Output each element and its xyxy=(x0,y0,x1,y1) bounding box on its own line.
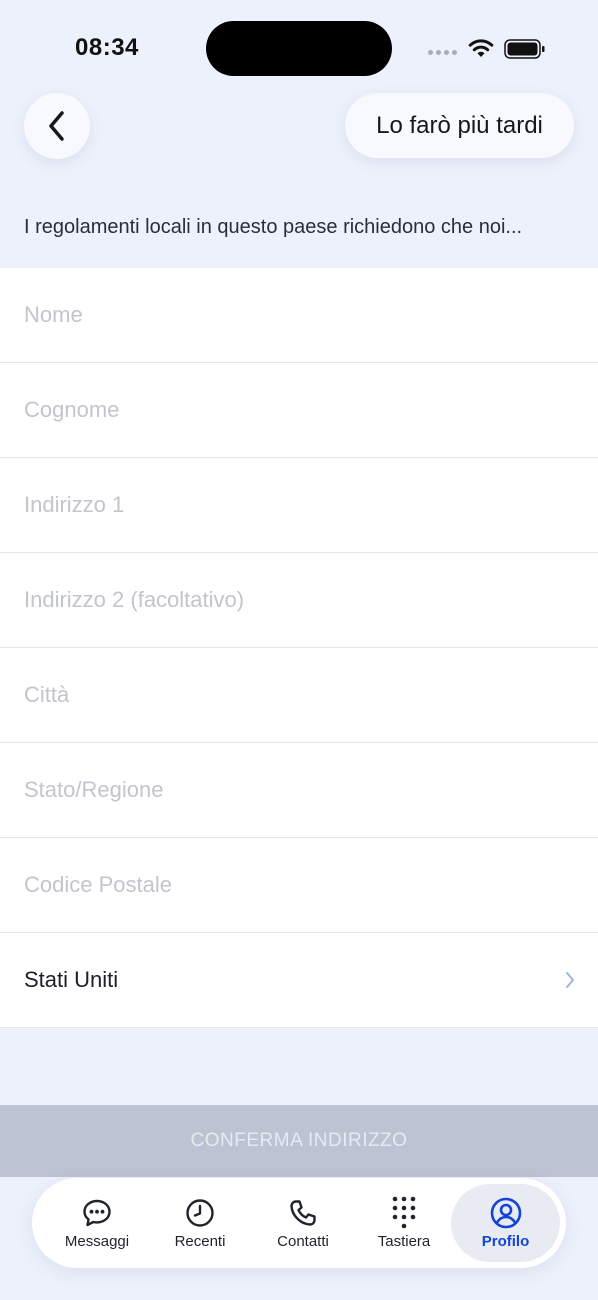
clock-icon xyxy=(184,1196,216,1230)
tab-label: Recenti xyxy=(174,1233,226,1250)
tab-profile[interactable]: Profilo xyxy=(451,1184,560,1262)
tab-label: Tastiera xyxy=(377,1233,431,1250)
address-form: Nome Cognome Indirizzo 1 Indirizzo 2 (fa… xyxy=(0,268,598,1028)
user-circle-icon xyxy=(489,1196,523,1230)
state-region-field[interactable]: Stato/Regione xyxy=(0,743,598,838)
city-field[interactable]: Città xyxy=(0,648,598,743)
tab-messages[interactable]: Messaggi xyxy=(42,1184,152,1262)
wifi-icon xyxy=(468,39,494,57)
address-line2-field[interactable]: Indirizzo 2 (facoltativo) xyxy=(0,553,598,648)
keypad-icon xyxy=(390,1196,418,1230)
address-line1-field[interactable]: Indirizzo 1 xyxy=(0,458,598,553)
phone-icon xyxy=(287,1196,319,1230)
tab-label: Contatti xyxy=(277,1233,329,1250)
tab-keypad[interactable]: Tastiera xyxy=(354,1184,454,1262)
postal-code-field[interactable]: Codice Postale xyxy=(0,838,598,933)
dynamic-island xyxy=(206,21,392,76)
chevron-right-icon xyxy=(564,970,576,990)
chat-bubble-icon xyxy=(81,1196,113,1230)
status-bar: 08:34 xyxy=(0,0,598,90)
last-name-field[interactable]: Cognome xyxy=(0,363,598,458)
tab-label: Profilo xyxy=(481,1233,530,1250)
status-time: 08:34 xyxy=(75,34,139,61)
tab-recents[interactable]: Recenti xyxy=(150,1184,250,1262)
do-it-later-button[interactable]: Lo farò più tardi xyxy=(345,93,574,158)
confirm-address-button[interactable]: CONFERMA INDIRIZZO xyxy=(0,1105,598,1177)
battery-icon xyxy=(504,39,545,59)
country-value: Stati Uniti xyxy=(24,967,119,992)
tab-contacts[interactable]: Contatti xyxy=(253,1184,353,1262)
tab-label: Messaggi xyxy=(64,1233,130,1250)
regulation-notice: I regolamenti locali in questo paese ric… xyxy=(24,216,523,238)
country-selector[interactable]: Stati Uniti xyxy=(0,933,598,1028)
cellular-signal-icon xyxy=(428,50,457,55)
tab-bar: Messaggi Recenti Contatti Tastiera Profi… xyxy=(32,1178,566,1268)
chevron-left-icon xyxy=(49,111,64,141)
first-name-field[interactable]: Nome xyxy=(0,268,598,363)
back-button[interactable] xyxy=(24,93,90,159)
